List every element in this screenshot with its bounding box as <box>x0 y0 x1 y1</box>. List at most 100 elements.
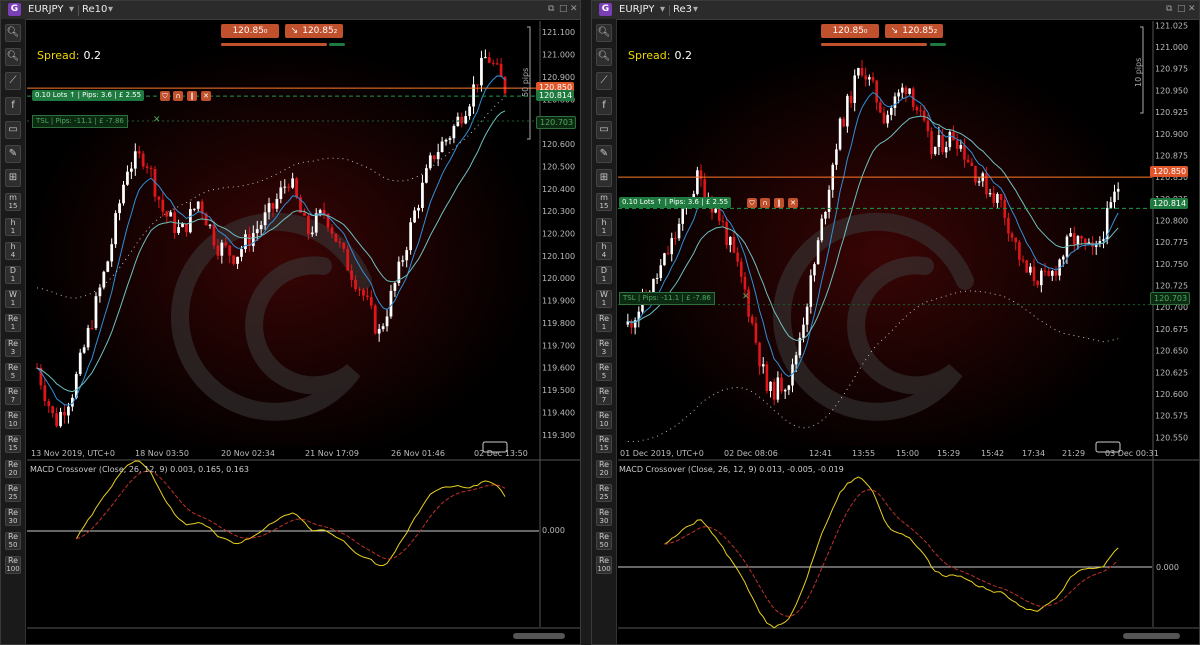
remove-tsl-icon[interactable]: ✕ <box>742 292 750 302</box>
candle-body <box>955 140 959 149</box>
candle-body <box>696 170 699 194</box>
y-tick-label: 120.400 <box>542 185 575 194</box>
candle-body <box>933 146 937 154</box>
y-tick-label: 119.800 <box>542 319 575 328</box>
candle-body <box>1072 233 1076 245</box>
candle-body <box>169 212 173 217</box>
buy-volume-bar <box>930 43 946 46</box>
lock-icon[interactable]: ∩ <box>760 198 770 208</box>
y-tick-label: 120.500 <box>542 162 575 171</box>
candle-body <box>835 149 838 165</box>
close-order-icon[interactable]: ✕ <box>788 198 798 208</box>
x-tick-label: 15:42 <box>981 449 1004 458</box>
order-label[interactable]: 0.10 Lots ↑ | Pips: 3.6 | £ 2.55 <box>32 90 145 101</box>
macd-signal-line <box>76 470 506 560</box>
candle-body <box>334 233 338 242</box>
candle-body <box>890 107 893 115</box>
candle-body <box>1054 270 1058 276</box>
chart-canvas[interactable]: 121.025 121.000 120.975 120.950 120.925 120.9… <box>592 1 1200 645</box>
close-order-icon[interactable]: ✕ <box>201 91 211 101</box>
tsl-label[interactable]: TSL | Pips: -11.1 | £ -7.86 <box>619 292 715 305</box>
candle-body <box>1116 188 1120 192</box>
pause-icon[interactable]: ‖ <box>187 91 197 101</box>
remove-tsl-icon[interactable]: ✕ <box>153 115 161 125</box>
candle-body <box>732 236 736 253</box>
candle-body <box>1062 256 1065 260</box>
candle-body <box>413 210 416 223</box>
candle-body <box>930 131 933 154</box>
candle-body <box>114 213 118 245</box>
candle-body <box>1007 217 1010 234</box>
candle-body <box>1113 191 1116 203</box>
candle-body <box>63 411 66 416</box>
spread-display: Spread: 0.2 <box>37 49 101 62</box>
candle-body <box>440 141 444 153</box>
candle-body <box>491 62 495 64</box>
candle-body <box>330 227 334 234</box>
candle-body <box>267 203 271 213</box>
candle-body <box>216 245 220 256</box>
candle-body <box>161 199 165 212</box>
tsl-label[interactable]: TSL | Pips: -11.1 | £ -7.86 <box>32 115 128 128</box>
candle-body <box>926 120 930 132</box>
sell-button[interactable]: 120.85₀ <box>221 24 279 38</box>
candle-body <box>165 211 169 217</box>
candle-body <box>886 114 889 124</box>
candle-body <box>985 173 988 195</box>
candle-body <box>794 355 798 365</box>
candle-body <box>758 342 761 367</box>
current-price-tag: 120.850 <box>1150 166 1189 177</box>
candle-body <box>444 139 448 142</box>
candle-body <box>82 347 86 353</box>
y-tick-label: 120.650 <box>1155 347 1188 356</box>
entry-price-tag: 120.814 <box>536 90 575 101</box>
candle-body <box>145 166 149 168</box>
candle-body <box>259 225 263 230</box>
candle-body <box>428 155 432 169</box>
macd-label: MACD Crossover (Close, 26, 12, 9) 0.013,… <box>619 465 844 474</box>
candle-body <box>126 171 129 185</box>
candle-body <box>908 88 911 94</box>
candle-body <box>306 215 310 235</box>
candle-body <box>996 193 999 203</box>
candle-body <box>251 233 255 247</box>
lock-icon[interactable]: ∩ <box>173 91 183 101</box>
order-pnl: £ 2.55 <box>118 91 142 99</box>
order-lots: 0.10 Lots ↑ <box>622 198 663 206</box>
candle-body <box>970 162 974 167</box>
horizontal-scrollbar[interactable] <box>513 633 565 639</box>
tsl-pips: Pips: -11.1 <box>642 294 680 302</box>
candle-body <box>1021 259 1025 261</box>
buy-button[interactable]: ↘ 120.85₂ <box>285 24 343 38</box>
candle-body <box>977 181 981 183</box>
shield-icon[interactable]: ⛉ <box>160 91 170 101</box>
candle-body <box>802 324 805 338</box>
candle-body <box>864 75 867 80</box>
candle-body <box>860 68 864 76</box>
order-label[interactable]: 0.10 Lots ↑ | Pips: 3.6 | £ 2.55 <box>619 197 732 208</box>
y-tick-label: 120.600 <box>1155 390 1188 399</box>
shield-icon[interactable]: ⛉ <box>747 198 757 208</box>
candle-body <box>452 126 456 139</box>
order-pips: Pips: 3.6 <box>669 198 699 206</box>
candle-body <box>354 279 357 290</box>
sell-button[interactable]: 120.85₀ <box>821 24 879 38</box>
x-tick-label: 21:29 <box>1062 449 1085 458</box>
x-tick-label: 15:00 <box>896 449 919 458</box>
y-tick-label: 120.550 <box>1155 433 1188 442</box>
candle-body <box>495 63 499 65</box>
candle-body <box>1051 270 1054 276</box>
candle-body <box>944 147 948 153</box>
candle-body <box>432 155 436 160</box>
pause-icon[interactable]: ‖ <box>774 198 784 208</box>
candle-body <box>188 208 192 233</box>
buy-button[interactable]: ↘ 120.85₂ <box>885 24 943 38</box>
pips-scale-label: 10 pips <box>1134 57 1143 87</box>
horizontal-scrollbar[interactable] <box>1123 633 1180 639</box>
entry-price-tag: 120.814 <box>1150 198 1189 209</box>
candle-body <box>358 289 361 291</box>
candle-body <box>743 276 747 290</box>
candle-body <box>1069 233 1072 237</box>
candle-body <box>721 220 725 222</box>
candle-body <box>816 240 820 265</box>
